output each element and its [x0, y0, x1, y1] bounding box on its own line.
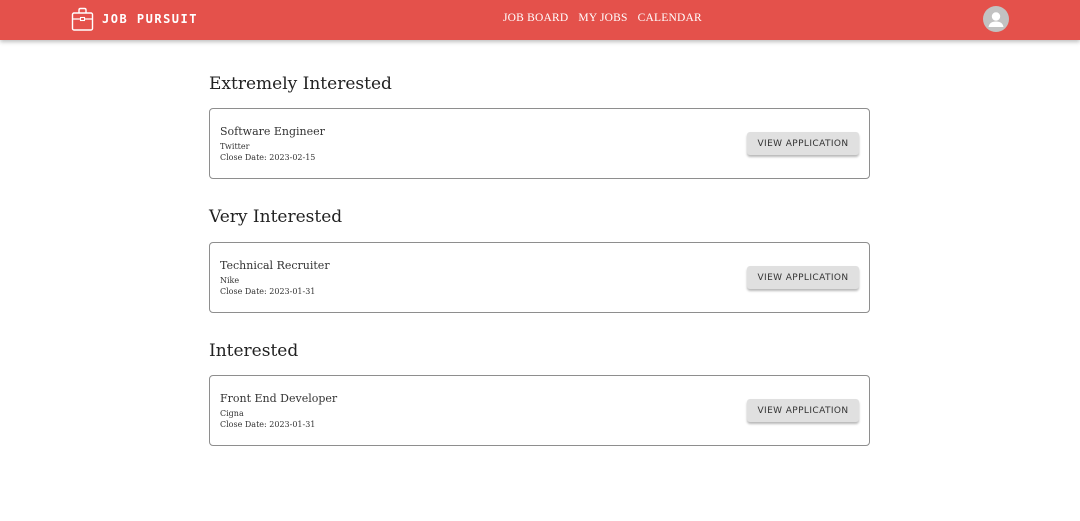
close-date-label: Close Date:: [220, 287, 267, 296]
job-title: Front End Developer: [220, 392, 338, 405]
section-title-very-interested: Very Interested: [209, 207, 343, 227]
job-close-date: Close Date: 2023-02-15: [220, 153, 315, 162]
job-company: Twitter: [220, 142, 250, 151]
top-navbar: JOB PURSUIT JOB BOARD MY JOBS CALENDAR: [0, 0, 1080, 40]
job-card: Front End Developer Cigna Close Date: 20…: [209, 375, 870, 446]
job-close-date: Close Date: 2023-01-31: [220, 287, 315, 296]
main-nav: JOB BOARD MY JOBS CALENDAR: [503, 12, 712, 24]
job-title: Technical Recruiter: [220, 259, 330, 272]
brand-logo-link[interactable]: JOB PURSUIT: [71, 6, 198, 32]
view-application-button[interactable]: VIEW APPLICATION: [747, 399, 859, 422]
nav-calendar[interactable]: CALENDAR: [638, 12, 702, 24]
job-company: Nike: [220, 276, 240, 285]
view-application-button[interactable]: VIEW APPLICATION: [747, 132, 859, 155]
section-title-interested: Interested: [209, 341, 299, 361]
nav-my-jobs[interactable]: MY JOBS: [578, 12, 627, 24]
close-date-label: Close Date:: [220, 153, 267, 162]
job-card: Technical Recruiter Nike Close Date: 202…: [209, 242, 870, 313]
close-date-label: Close Date:: [220, 420, 267, 429]
user-avatar-icon: [988, 12, 1004, 27]
job-company: Cigna: [220, 409, 244, 418]
view-application-button[interactable]: VIEW APPLICATION: [747, 266, 859, 289]
nav-job-board[interactable]: JOB BOARD: [503, 12, 568, 24]
brand-name: JOB PURSUIT: [102, 12, 198, 26]
close-date-value: 2023-02-15: [269, 153, 316, 162]
user-avatar-button[interactable]: [983, 6, 1009, 32]
job-close-date: Close Date: 2023-01-31: [220, 420, 315, 429]
job-title: Software Engineer: [220, 125, 325, 138]
close-date-value: 2023-01-31: [269, 420, 316, 429]
section-title-extremely-interested: Extremely Interested: [209, 74, 392, 94]
job-card: Software Engineer Twitter Close Date: 20…: [209, 108, 870, 179]
close-date-value: 2023-01-31: [269, 287, 316, 296]
briefcase-icon: [71, 7, 94, 31]
